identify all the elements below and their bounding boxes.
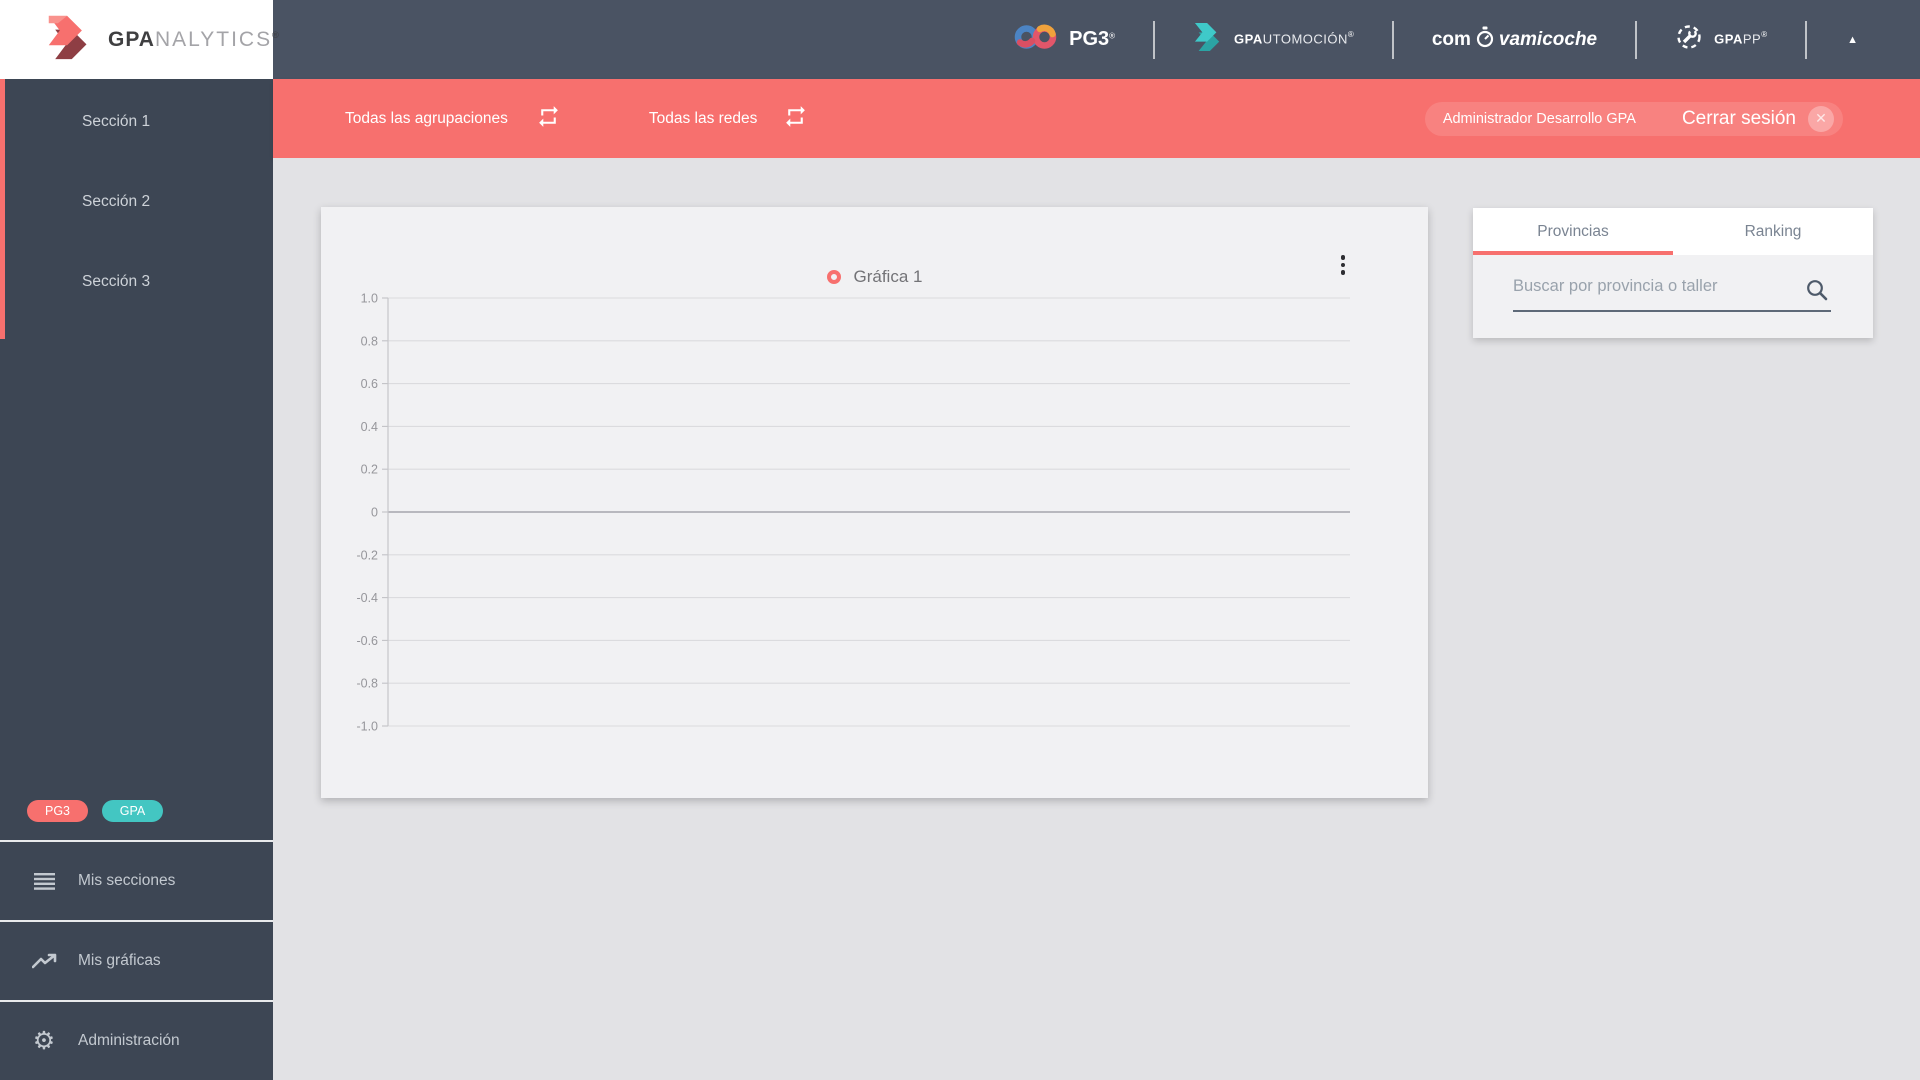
panel-tab-bar: Provincias Ranking [1473, 208, 1873, 255]
y-tick-label: 0 [371, 506, 378, 520]
gear-icon: ⚙ [32, 1026, 56, 1055]
header-divider [1805, 20, 1808, 59]
tab-provincias[interactable]: Provincias [1473, 208, 1673, 255]
y-tick-label: 0.4 [361, 420, 378, 434]
y-tick-label: 0.8 [361, 334, 378, 348]
sidebar-item-label: Mis gráficas [78, 952, 161, 969]
sidebar-item-label: Sección 1 [82, 113, 151, 130]
repeat-icon [536, 104, 561, 134]
search-field-row [1513, 255, 1831, 312]
gpanalytics-wordmark: GPANALYTICS® [108, 27, 280, 51]
gpapp-logo[interactable]: GPAPP® [1637, 23, 1805, 56]
chevron-up-icon: ▲ [1847, 33, 1858, 46]
partner-logos: PG3® GPAUTOMOCIÓN® com vamicoche GPAPP® … [273, 0, 1920, 79]
sidebar-item-seccion-1[interactable]: Sección 1 [5, 82, 273, 162]
repeat-icon [783, 104, 808, 134]
y-tick-label: 0.6 [361, 377, 378, 391]
collapse-header-button[interactable]: ▲ [1847, 34, 1858, 46]
y-tick-label: -0.4 [356, 591, 378, 605]
y-tick-label: -1.0 [356, 720, 378, 734]
y-tick-label: 0.2 [361, 463, 378, 477]
search-icon[interactable] [1805, 278, 1829, 302]
user-session-pill: Administrador Desarrollo GPA Cerrar sesi… [1424, 101, 1843, 136]
swap-groupings-button[interactable] [536, 104, 561, 134]
user-name: Administrador Desarrollo GPA [1442, 110, 1636, 127]
main-content: Gráfica 1 1.0 0.8 0.6 0.4 0.2 0 -0.2 -0.4 -0.6 -0… [273, 158, 1920, 1080]
sidebar-sections-group: Sección 1 Sección 2 Sección 3 [0, 79, 273, 339]
sidebar-item-label: Administración [78, 1032, 180, 1049]
search-input[interactable] [1513, 277, 1831, 310]
sidebar-item-label: Sección 2 [82, 193, 151, 210]
stopwatch-icon [1475, 26, 1495, 53]
swap-networks-button[interactable] [783, 104, 808, 134]
logout-button[interactable]: Cerrar sesión [1682, 108, 1796, 130]
sidebar-item-label: Mis secciones [78, 872, 176, 889]
app-root: GPANALYTICS® PG3® GPAUTOMOCIÓN® com vami… [0, 0, 1920, 1080]
panel-body [1473, 255, 1873, 338]
filter-bar: Todas las agrupaciones Todas las redes A… [273, 79, 1920, 158]
sidebar-item-seccion-3[interactable]: Sección 3 [5, 242, 273, 322]
gpa-badge[interactable]: GPA [102, 800, 163, 822]
logout-x-icon[interactable]: ✕ [1808, 105, 1834, 132]
gpautomocion-logo[interactable]: GPAUTOMOCIÓN® [1155, 23, 1392, 56]
top-header: GPANALYTICS® PG3® GPAUTOMOCIÓN® com vami… [0, 0, 1920, 79]
y-tick-label: 1.0 [361, 292, 378, 306]
chart-plot: 1.0 0.8 0.6 0.4 0.2 0 -0.2 -0.4 -0.6 -0.8 -1.0 [356, 292, 1350, 734]
sidebar-item-seccion-2[interactable]: Sección 2 [5, 162, 273, 242]
tab-label: Provincias [1537, 222, 1609, 240]
sidebar-item-label: Sección 3 [82, 273, 151, 290]
sidebar-item-mis-graficas[interactable]: Mis gráficas [0, 920, 273, 1000]
y-tick-label: -0.2 [356, 548, 378, 562]
chart-card: Gráfica 1 1.0 0.8 0.6 0.4 0.2 0 -0.2 -0.4 -0.6 -0… [321, 207, 1428, 798]
gpapp-wrench-icon [1675, 23, 1703, 56]
gpautomocion-arrow-icon [1193, 23, 1223, 56]
chart-line-icon [30, 953, 58, 970]
sidebar-badges: PG3 GPA [0, 800, 273, 840]
networks-filter[interactable]: Todas las redes [649, 110, 758, 128]
sidebar-item-mis-secciones[interactable]: Mis secciones [0, 840, 273, 920]
sidebar: Sección 1 Sección 2 Sección 3 PG3 GPA Mi… [0, 79, 273, 1080]
pg3-infinity-icon [1014, 22, 1058, 57]
tab-label: Ranking [1744, 222, 1802, 240]
pg3-badge[interactable]: PG3 [27, 800, 88, 822]
y-tick-label: -0.6 [356, 634, 378, 648]
kebab-dot [1340, 255, 1345, 260]
sidebar-item-administracion[interactable]: ⚙ Administración [0, 1000, 273, 1080]
pg3-logo[interactable]: PG3® [976, 22, 1153, 57]
gpanalytics-logo[interactable]: GPANALYTICS® [0, 0, 279, 79]
comprovamicoche-logo[interactable]: com vamicoche [1394, 26, 1635, 53]
gpanalytics-arrow-icon [46, 14, 92, 65]
tab-ranking[interactable]: Ranking [1673, 208, 1873, 255]
list-icon [30, 872, 58, 890]
groupings-filter[interactable]: Todas las agrupaciones [345, 110, 508, 128]
provinces-panel: Provincias Ranking [1473, 208, 1873, 338]
y-tick-label: -0.8 [356, 677, 378, 691]
